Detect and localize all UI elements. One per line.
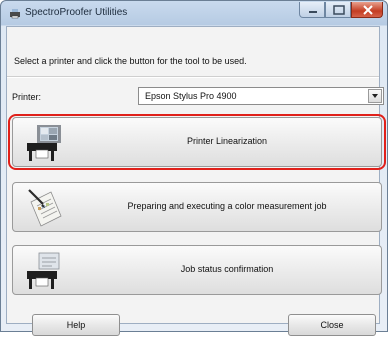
- help-button[interactable]: Help: [32, 314, 120, 336]
- minimize-icon: [309, 11, 317, 13]
- maximize-icon: [333, 5, 345, 15]
- tool-label: Printer Linearization: [186, 136, 268, 146]
- printer-label: Printer:: [12, 92, 42, 102]
- printer-select-value: Epson Stylus Pro 4900: [145, 91, 237, 101]
- printer-linearization-button[interactable]: Printer Linearization: [12, 117, 382, 167]
- tool-label: Preparing and executing a color measurem…: [127, 201, 327, 211]
- printer-check-icon: [27, 252, 60, 289]
- maximize-button[interactable]: [325, 2, 351, 18]
- printer-select[interactable]: Epson Stylus Pro 4900: [138, 87, 384, 105]
- color-measurement-job-button[interactable]: Preparing and executing a color measurem…: [12, 182, 382, 232]
- chevron-down-icon: [372, 94, 378, 98]
- printer-chart-icon: [27, 125, 61, 161]
- window-title: SpectroProofer Utilities: [25, 7, 128, 18]
- printer-dropdown-button[interactable]: [368, 89, 382, 103]
- close-button[interactable]: Close: [288, 314, 376, 336]
- close-window-button[interactable]: [351, 2, 383, 18]
- separator: [7, 76, 379, 78]
- job-status-confirmation-button[interactable]: Job status confirmation: [12, 245, 382, 295]
- instruction-text: Select a printer and click the button fo…: [14, 56, 247, 66]
- app-icon: [10, 9, 20, 19]
- close-icon: [363, 5, 373, 15]
- tool-label: Job status confirmation: [180, 264, 274, 274]
- clipboard-pen-icon: [28, 189, 62, 227]
- title-bar: SpectroProofer Utilities: [1, 1, 387, 25]
- minimize-button[interactable]: [299, 2, 325, 18]
